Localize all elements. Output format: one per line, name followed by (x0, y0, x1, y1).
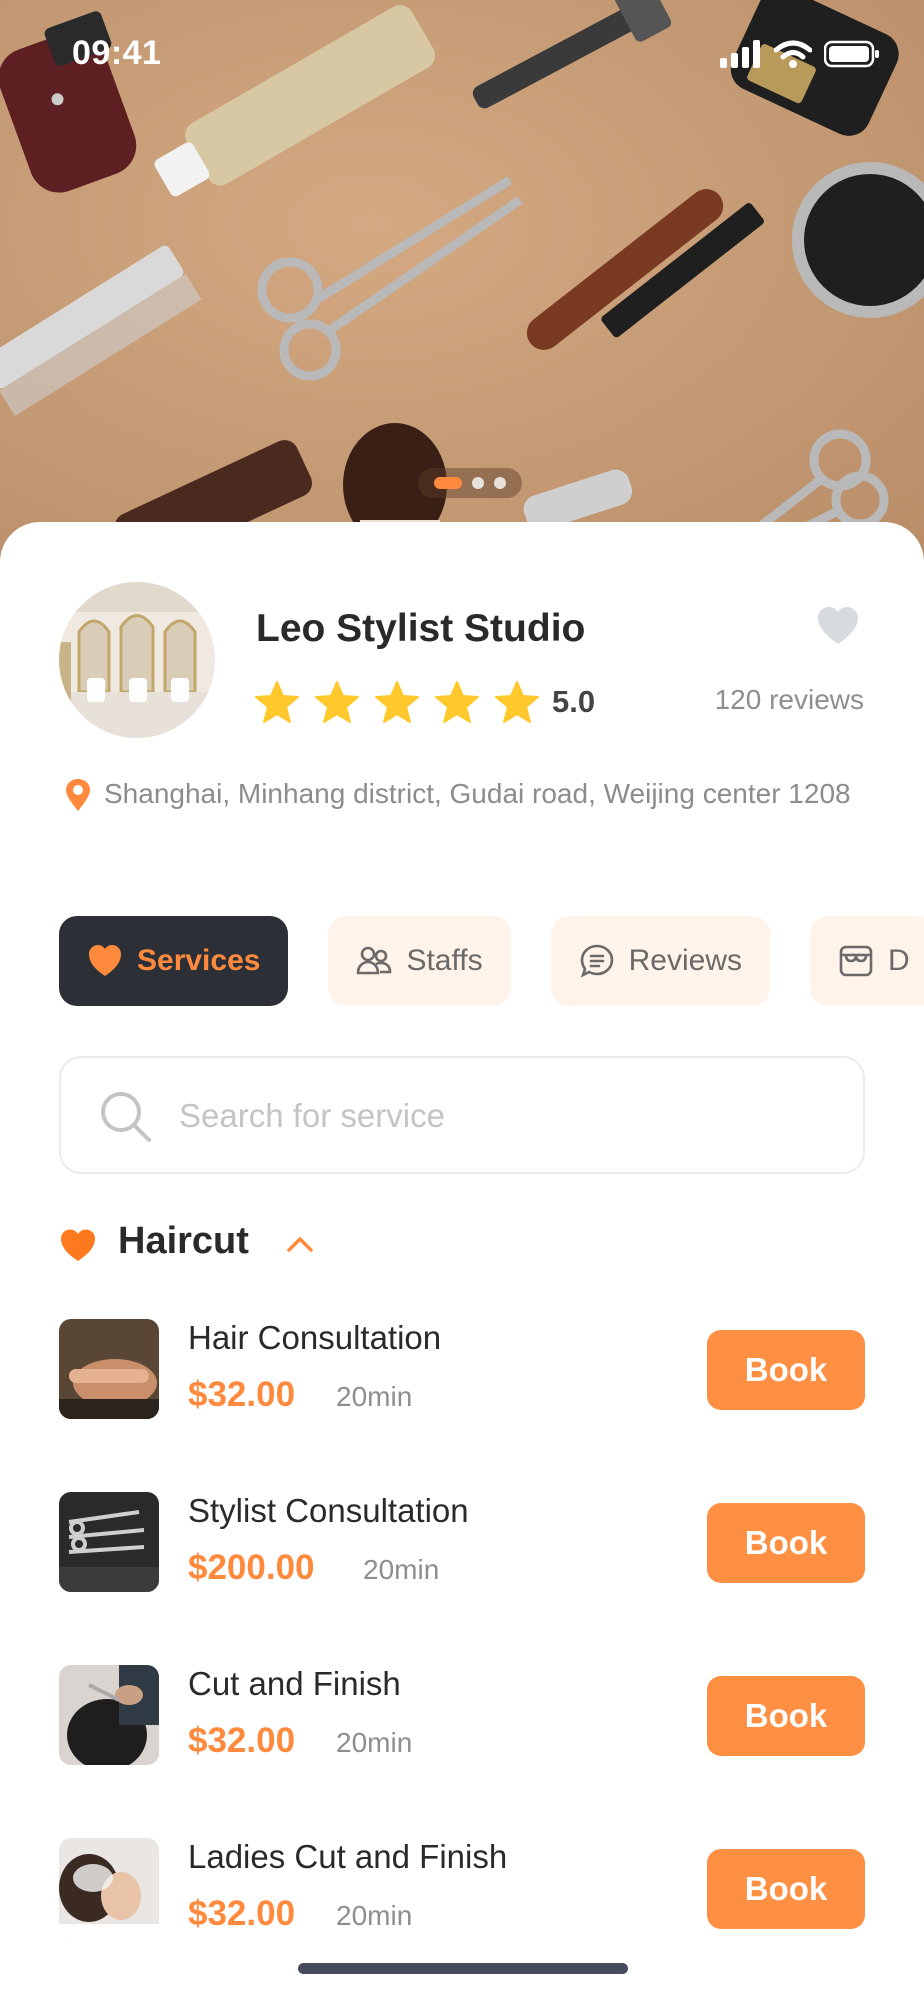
service-row: Ladies Cut and Finish $32.00 20min Book (59, 1838, 865, 1938)
search-icon (101, 1092, 151, 1142)
service-thumbnail (59, 1319, 159, 1419)
battery-icon (824, 40, 879, 68)
star-icon (375, 681, 419, 723)
carousel-dot[interactable] (472, 477, 484, 489)
home-indicator[interactable] (298, 1963, 628, 1974)
tab-label: Reviews (628, 944, 742, 977)
service-thumbnail (59, 1838, 159, 1938)
book-button[interactable]: Book (707, 1330, 865, 1410)
studio-name: Leo Stylist Studio (256, 607, 586, 650)
book-button[interactable]: Book (707, 1676, 865, 1756)
chat-icon (580, 944, 613, 978)
star-icon (435, 681, 479, 723)
star-icon (255, 681, 299, 723)
heart-icon (61, 1229, 95, 1261)
tab-label: D (888, 944, 910, 977)
heart-icon (89, 945, 121, 976)
service-name: Ladies Cut and Finish (188, 1838, 508, 1875)
service-price: $32.00 (188, 1721, 296, 1760)
tab-services[interactable]: Services (59, 916, 289, 1006)
book-button[interactable]: Book (707, 1849, 865, 1929)
service-price: $32.00 (188, 1894, 296, 1933)
service-row: Hair Consultation $32.00 20min Book (59, 1319, 865, 1419)
service-thumbnail (59, 1492, 159, 1592)
hero-carousel-indicator[interactable] (418, 468, 522, 498)
stylist-tools-photo (59, 1492, 159, 1592)
search-input[interactable] (179, 1080, 839, 1152)
service-thumbnail (59, 1665, 159, 1765)
star-icon (315, 681, 359, 723)
service-name: Cut and Finish (188, 1665, 401, 1702)
shop-icon (839, 945, 873, 977)
chevron-up-icon[interactable] (286, 1234, 314, 1254)
favorite-heart-icon[interactable] (816, 606, 860, 646)
location-pin-icon (66, 779, 90, 811)
category-title[interactable]: Haircut (118, 1220, 249, 1263)
service-duration: 20min (336, 1727, 413, 1758)
status-icons (720, 40, 880, 68)
service-row: Cut and Finish $32.00 20min Book (59, 1665, 865, 1765)
star-rating (254, 680, 540, 724)
book-button[interactable]: Book (707, 1503, 865, 1583)
service-duration: 20min (363, 1554, 440, 1585)
people-icon (357, 946, 392, 975)
service-duration: 20min (336, 1900, 413, 1931)
rating-value: 5.0 (552, 684, 596, 719)
tab-details[interactable]: D (810, 916, 924, 1006)
service-row: Stylist Consultation $200.00 20min Book (59, 1492, 865, 1592)
status-time: 09:41 (72, 34, 162, 72)
service-name: Stylist Consultation (188, 1492, 469, 1529)
reviews-count[interactable]: 120 reviews (715, 684, 864, 716)
screen: 09:41 Leo Stylist Studio 5.0 120 reviews… (0, 0, 924, 2000)
studio-address: Shanghai, Minhang district, Gudai road, … (104, 778, 851, 809)
tab-staffs[interactable]: Staffs (328, 916, 511, 1006)
wifi-icon (774, 40, 812, 68)
ladies-cut-photo (59, 1838, 159, 1938)
tab-label: Services (137, 944, 261, 977)
status-bar: 09:41 (0, 0, 924, 110)
service-price: $32.00 (188, 1375, 296, 1414)
cut-and-finish-photo (59, 1665, 159, 1765)
tab-reviews[interactable]: Reviews (550, 916, 770, 1006)
star-icon (495, 681, 539, 723)
service-name: Hair Consultation (188, 1319, 442, 1356)
salon-interior-image (59, 582, 215, 738)
service-price: $200.00 (188, 1548, 315, 1587)
tab-bar: Services Staffs Reviews D (59, 916, 924, 1006)
signal-icon (720, 40, 760, 68)
carousel-dot[interactable] (494, 477, 506, 489)
carousel-dot-active[interactable] (434, 477, 462, 489)
studio-avatar[interactable] (59, 582, 215, 738)
studio-detail-card: Leo Stylist Studio 5.0 120 reviews Shang… (0, 522, 924, 2000)
search-bar[interactable] (59, 1056, 865, 1174)
service-duration: 20min (336, 1381, 413, 1412)
tab-label: Staffs (406, 944, 483, 977)
hair-consultation-photo (59, 1319, 159, 1419)
